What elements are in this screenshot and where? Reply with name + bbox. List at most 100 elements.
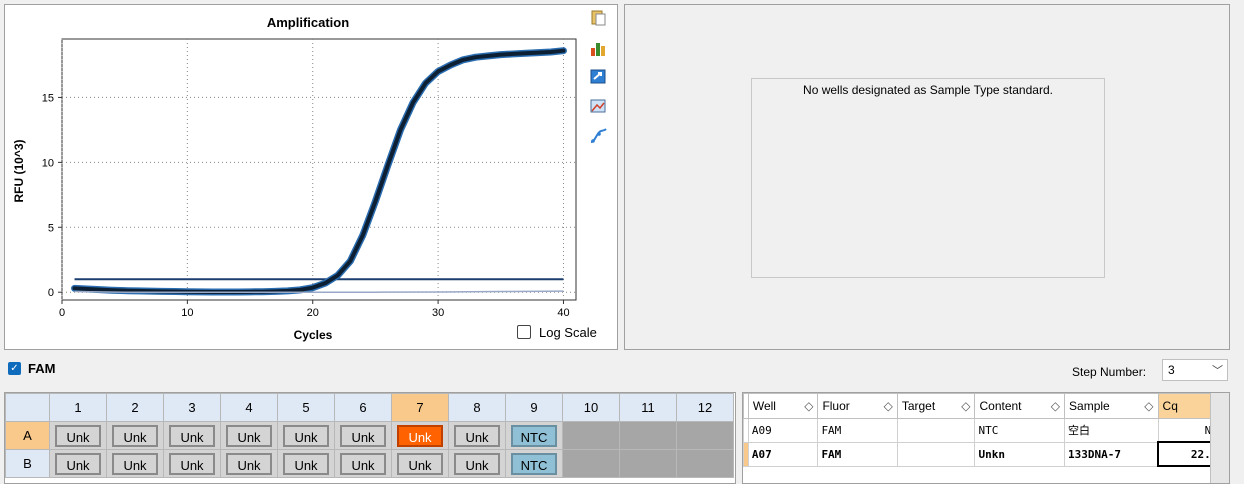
chart-title: Amplification: [267, 15, 349, 30]
plate-well-label: Unk: [283, 452, 329, 475]
image-icon[interactable]: [589, 97, 607, 115]
x-tick-label: 20: [307, 307, 319, 319]
plate-well-label: Unk: [397, 424, 443, 447]
plate-column-header[interactable]: 12: [676, 393, 734, 422]
results-scrollbar[interactable]: [1210, 393, 1229, 483]
plate-well[interactable]: Unk: [448, 421, 506, 450]
plate-view: 1 2 3 4 5 6 7 8 9 10 11 12 A Unk Unk Unk Unk Unk Unk Unk Unk…: [4, 392, 736, 484]
plate-column-header[interactable]: 3: [163, 393, 221, 422]
chart-settings-icon[interactable]: [589, 39, 607, 57]
plate-column-header[interactable]: 8: [448, 393, 506, 422]
result-fluor: FAM: [817, 418, 898, 443]
plate-well-label: Unk: [112, 424, 158, 447]
result-content: NTC: [974, 418, 1066, 443]
plate-well[interactable]: Unk: [277, 421, 335, 450]
plate-column-header[interactable]: 6: [334, 393, 392, 422]
plate-well-empty[interactable]: [619, 449, 677, 478]
plate-well-label: Unk: [55, 452, 101, 475]
chevron-down-icon: ﹀: [1212, 365, 1223, 377]
y-tick-label: 15: [42, 92, 54, 104]
plate-row-header[interactable]: B: [5, 449, 50, 478]
results-table-pane: Well◇Fluor◇Target◇Content◇Sample◇Cq△A09F…: [742, 392, 1230, 484]
results-column-header[interactable]: Fluor ◇: [817, 393, 898, 419]
fluor-bar: ✓ FAM Step Number: 3 ﹀: [4, 356, 1230, 382]
plate-well[interactable]: Unk: [334, 449, 392, 478]
plate-well[interactable]: Unk: [391, 421, 449, 450]
fam-checkbox[interactable]: ✓: [8, 362, 21, 375]
standard-curve-pane: No wells designated as Sample Type stand…: [624, 4, 1230, 350]
step-number-value: 3: [1168, 363, 1175, 377]
sort-icon: ◇: [961, 399, 971, 413]
plate-well-label: NTC: [511, 452, 557, 475]
plate-well[interactable]: Unk: [106, 449, 164, 478]
plate-well[interactable]: Unk: [49, 421, 107, 450]
standard-curve-box: No wells designated as Sample Type stand…: [751, 78, 1105, 278]
plate-well[interactable]: Unk: [391, 449, 449, 478]
plate-well-label: Unk: [340, 424, 386, 447]
step-number-select[interactable]: 3 ﹀: [1162, 359, 1228, 381]
plate-well[interactable]: Unk: [334, 421, 392, 450]
plate-well-empty[interactable]: [676, 449, 734, 478]
plate-well[interactable]: Unk: [163, 449, 221, 478]
results-column-header[interactable]: Well ◇: [747, 393, 819, 419]
plate-well[interactable]: Unk: [220, 421, 278, 450]
y-tick-label: 0: [48, 287, 54, 299]
plate-well-label: Unk: [454, 452, 500, 475]
plate-well[interactable]: Unk: [106, 421, 164, 450]
log-scale-checkbox[interactable]: [517, 325, 531, 339]
fam-label: FAM: [28, 361, 56, 376]
plate-well[interactable]: Unk: [448, 449, 506, 478]
plate-well-empty[interactable]: [619, 421, 677, 450]
curve-icon[interactable]: [589, 127, 607, 145]
plate-column-header[interactable]: 9: [505, 393, 563, 422]
x-tick-label: 10: [181, 307, 193, 319]
sort-icon: ◇: [1050, 399, 1061, 413]
results-column-header[interactable]: Content ◇: [974, 393, 1066, 419]
result-well: A07: [747, 441, 819, 467]
x-axis-label: Cycles: [294, 328, 333, 342]
results-column-header[interactable]: Sample ◇: [1064, 393, 1159, 419]
results-table: Well◇Fluor◇Target◇Content◇Sample◇Cq△A09F…: [743, 393, 1229, 467]
copy-icon[interactable]: [589, 9, 607, 27]
log-scale-label: Log Scale: [539, 325, 597, 340]
plate-column-header[interactable]: 5: [277, 393, 335, 422]
amplification-chart: Amplification Cycles RFU (10^3) 0 10 20 30 4…: [12, 15, 577, 342]
plate-well[interactable]: NTC: [505, 449, 563, 478]
plate-well[interactable]: NTC: [505, 421, 563, 450]
plate-well-label: NTC: [511, 424, 557, 447]
plate-column-header[interactable]: 2: [106, 393, 164, 422]
results-column-header[interactable]: Target ◇: [896, 393, 976, 419]
export-icon[interactable]: [589, 67, 607, 85]
plate-well-label: Unk: [55, 424, 101, 447]
plate-column-header[interactable]: 10: [562, 393, 620, 422]
plate-well-label: Unk: [226, 452, 272, 475]
amplification-chart-pane: Amplification Cycles RFU (10^3) 0 10 20 30 4…: [4, 4, 618, 350]
x-tick-label: 0: [59, 307, 65, 319]
result-sample: 空白: [1064, 418, 1159, 443]
results-row[interactable]: A07 FAM Unkn 133DNA-7 22.01: [743, 441, 1229, 467]
result-fluor: FAM: [817, 441, 898, 467]
step-number-label: Step Number:: [1072, 365, 1147, 379]
plate-well-empty[interactable]: [562, 421, 620, 450]
plate-corner[interactable]: [5, 393, 50, 422]
sort-icon: ◇: [804, 399, 814, 413]
sort-icon: ◇: [883, 399, 893, 413]
plate-column-header[interactable]: 1: [49, 393, 107, 422]
y-tick-label: 5: [48, 222, 54, 234]
plate-row-header[interactable]: A: [5, 421, 50, 450]
plate-well-empty[interactable]: [562, 449, 620, 478]
plate-well[interactable]: Unk: [163, 421, 221, 450]
result-well: A09: [747, 418, 819, 443]
plate-column-header[interactable]: 4: [220, 393, 278, 422]
y-tick-label: 10: [42, 157, 54, 169]
plate-column-header[interactable]: 7: [391, 393, 449, 422]
plate-column-header[interactable]: 11: [619, 393, 677, 422]
y-axis-label: RFU (10^3): [12, 139, 26, 202]
plate-well[interactable]: Unk: [49, 449, 107, 478]
results-row[interactable]: A09FAMNTC空白N/A: [743, 418, 1229, 443]
plate-well-empty[interactable]: [676, 421, 734, 450]
plate-well[interactable]: Unk: [220, 449, 278, 478]
x-tick-label: 40: [557, 307, 569, 319]
plate-well-label: Unk: [397, 452, 443, 475]
plate-well[interactable]: Unk: [277, 449, 335, 478]
